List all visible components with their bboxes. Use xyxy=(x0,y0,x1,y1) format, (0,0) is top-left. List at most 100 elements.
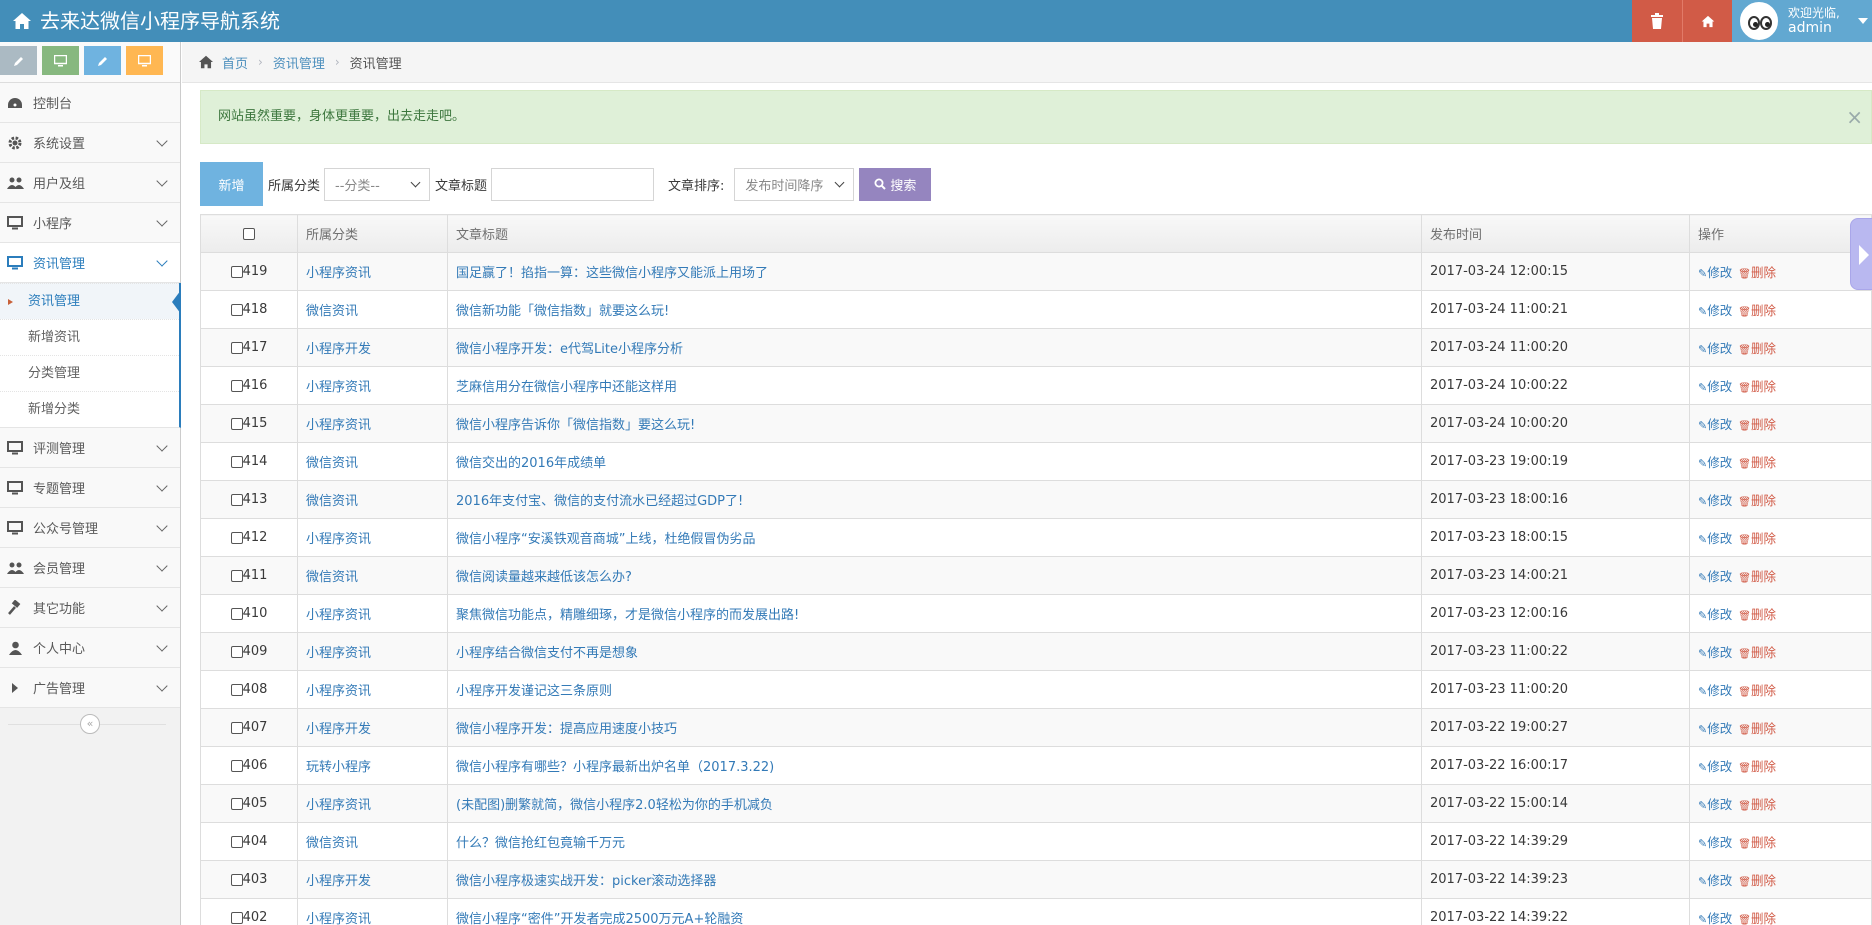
collapse-toggle-icon[interactable]: « xyxy=(80,714,100,734)
shortcut-desktop-button-2[interactable] xyxy=(126,46,163,75)
submenu-item-2[interactable]: 分类管理 xyxy=(0,355,179,391)
edit-link[interactable]: 修改 xyxy=(1698,607,1732,622)
row-title-link[interactable]: 聚焦微信功能点，精雕细琢，才是微信小程序的而发展出路! xyxy=(456,608,799,623)
row-title-link[interactable]: 小程序结合微信支付不再是想象 xyxy=(456,646,638,661)
row-title-link[interactable]: 2016年支付宝、微信的支付流水已经超过GDP了! xyxy=(456,494,743,509)
sidebar-item-8[interactable]: 会员管理 xyxy=(0,548,180,588)
row-checkbox[interactable] xyxy=(230,531,243,544)
delete-link[interactable]: 删除 xyxy=(1738,645,1776,660)
row-category-link[interactable]: 微信资讯 xyxy=(306,570,358,585)
category-select[interactable]: --分类-- xyxy=(324,167,431,201)
edit-link[interactable]: 修改 xyxy=(1698,835,1732,850)
row-category-link[interactable]: 微信资讯 xyxy=(306,494,358,509)
row-category-link[interactable]: 小程序资讯 xyxy=(306,684,371,699)
row-category-link[interactable]: 小程序资讯 xyxy=(306,646,371,661)
sidebar-item-11[interactable]: 广告管理 xyxy=(0,668,180,708)
row-checkbox[interactable] xyxy=(230,493,243,506)
row-checkbox[interactable] xyxy=(230,417,243,430)
sidebar-item-4[interactable]: 资讯管理 xyxy=(0,243,180,283)
sort-select[interactable]: 发布时间降序 xyxy=(734,167,855,201)
delete-link[interactable]: 删除 xyxy=(1738,265,1776,280)
row-checkbox[interactable] xyxy=(230,873,243,886)
sidebar-item-6[interactable]: 专题管理 xyxy=(0,468,180,508)
shortcut-pencil-button-2[interactable] xyxy=(84,46,121,75)
delete-link[interactable]: 删除 xyxy=(1738,531,1776,546)
row-title-link[interactable]: 微信交出的2016年成绩单 xyxy=(456,456,606,471)
row-checkbox[interactable] xyxy=(230,645,243,658)
sidebar-item-10[interactable]: 个人中心 xyxy=(0,628,180,668)
row-title-link[interactable]: 微信小程序“密件”开发者完成2500万元A+轮融资 xyxy=(456,912,743,925)
delete-link[interactable]: 删除 xyxy=(1738,873,1776,888)
shortcut-desktop-button[interactable] xyxy=(42,46,79,75)
edit-link[interactable]: 修改 xyxy=(1698,417,1732,432)
row-title-link[interactable]: 芝麻信用分在微信小程序中还能这样用 xyxy=(456,380,677,395)
row-checkbox[interactable] xyxy=(230,721,243,734)
row-category-link[interactable]: 玩转小程序 xyxy=(306,760,371,775)
edit-link[interactable]: 修改 xyxy=(1698,493,1732,508)
delete-link[interactable]: 删除 xyxy=(1738,683,1776,698)
user-menu[interactable]: 欢迎光临, admin xyxy=(1732,0,1872,42)
edit-link[interactable]: 修改 xyxy=(1698,645,1732,660)
row-checkbox[interactable] xyxy=(230,569,243,582)
delete-link[interactable]: 删除 xyxy=(1738,911,1776,925)
trash-button[interactable] xyxy=(1632,0,1682,42)
row-category-link[interactable]: 微信资讯 xyxy=(306,456,358,471)
row-checkbox[interactable] xyxy=(230,797,243,810)
row-category-link[interactable]: 小程序资讯 xyxy=(306,266,371,281)
shortcut-pencil-button[interactable] xyxy=(0,46,37,75)
delete-link[interactable]: 删除 xyxy=(1738,721,1776,736)
row-category-link[interactable]: 微信资讯 xyxy=(306,304,358,319)
delete-link[interactable]: 删除 xyxy=(1738,341,1776,356)
row-category-link[interactable]: 小程序资讯 xyxy=(306,912,371,925)
row-title-link[interactable]: 微信新功能「微信指数」就要这么玩! xyxy=(456,304,669,319)
edit-link[interactable]: 修改 xyxy=(1698,341,1732,356)
delete-link[interactable]: 删除 xyxy=(1738,569,1776,584)
delete-link[interactable]: 删除 xyxy=(1738,607,1776,622)
sidebar-item-9[interactable]: 其它功能 xyxy=(0,588,180,628)
edit-link[interactable]: 修改 xyxy=(1698,721,1732,736)
row-category-link[interactable]: 小程序资讯 xyxy=(306,380,371,395)
row-category-link[interactable]: 小程序开发 xyxy=(306,874,371,889)
edit-link[interactable]: 修改 xyxy=(1698,265,1732,280)
edit-link[interactable]: 修改 xyxy=(1698,531,1732,546)
search-button[interactable]: 搜索 xyxy=(859,167,932,201)
edit-link[interactable]: 修改 xyxy=(1698,759,1732,774)
row-title-link[interactable]: 国足赢了！掐指一算：这些微信小程序又能派上用场了 xyxy=(456,266,768,281)
sidebar-item-0[interactable]: 控制台 xyxy=(0,83,180,123)
submenu-item-1[interactable]: 新增资讯 xyxy=(0,319,179,355)
add-button[interactable]: 新增 xyxy=(200,162,263,206)
close-icon[interactable]: × xyxy=(1846,91,1863,143)
edit-link[interactable]: 修改 xyxy=(1698,303,1732,318)
row-category-link[interactable]: 小程序资讯 xyxy=(306,798,371,813)
row-checkbox[interactable] xyxy=(230,683,243,696)
row-checkbox[interactable] xyxy=(230,835,243,848)
row-checkbox[interactable] xyxy=(230,341,243,354)
edit-link[interactable]: 修改 xyxy=(1698,379,1732,394)
row-title-link[interactable]: 小程序开发谨记这三条原则 xyxy=(456,684,612,699)
row-category-link[interactable]: 小程序资讯 xyxy=(306,532,371,547)
edit-link[interactable]: 修改 xyxy=(1698,911,1732,925)
delete-link[interactable]: 删除 xyxy=(1738,797,1776,812)
breadcrumb-home[interactable]: 首页 xyxy=(222,53,248,72)
home-button[interactable] xyxy=(1682,0,1732,42)
submenu-item-0[interactable]: 资讯管理 xyxy=(0,283,181,319)
sidebar-item-7[interactable]: 公众号管理 xyxy=(0,508,180,548)
delete-link[interactable]: 删除 xyxy=(1738,835,1776,850)
row-title-link[interactable]: 微信小程序有哪些？小程序最新出炉名单（2017.3.22) xyxy=(456,760,774,775)
row-title-link[interactable]: 微信小程序“安溪铁观音商城”上线，杜绝假冒伪劣品 xyxy=(456,532,755,547)
row-checkbox[interactable] xyxy=(230,455,243,468)
row-checkbox[interactable] xyxy=(230,379,243,392)
row-title-link[interactable]: 什么？微信抢红包竟输千万元 xyxy=(456,836,625,851)
row-checkbox[interactable] xyxy=(230,759,243,772)
row-checkbox[interactable] xyxy=(230,303,243,316)
edit-link[interactable]: 修改 xyxy=(1698,569,1732,584)
brand[interactable]: 去来达微信小程序导航系统 xyxy=(12,0,280,42)
delete-link[interactable]: 删除 xyxy=(1738,303,1776,318)
sidebar-item-2[interactable]: 用户及组 xyxy=(0,163,180,203)
delete-link[interactable]: 删除 xyxy=(1738,455,1776,470)
breadcrumb-parent[interactable]: 资讯管理 xyxy=(273,53,325,72)
submenu-item-3[interactable]: 新增分类 xyxy=(0,391,179,427)
row-category-link[interactable]: 小程序资讯 xyxy=(306,608,371,623)
side-float-button[interactable] xyxy=(1850,218,1872,290)
select-all-checkbox[interactable] xyxy=(243,227,255,240)
